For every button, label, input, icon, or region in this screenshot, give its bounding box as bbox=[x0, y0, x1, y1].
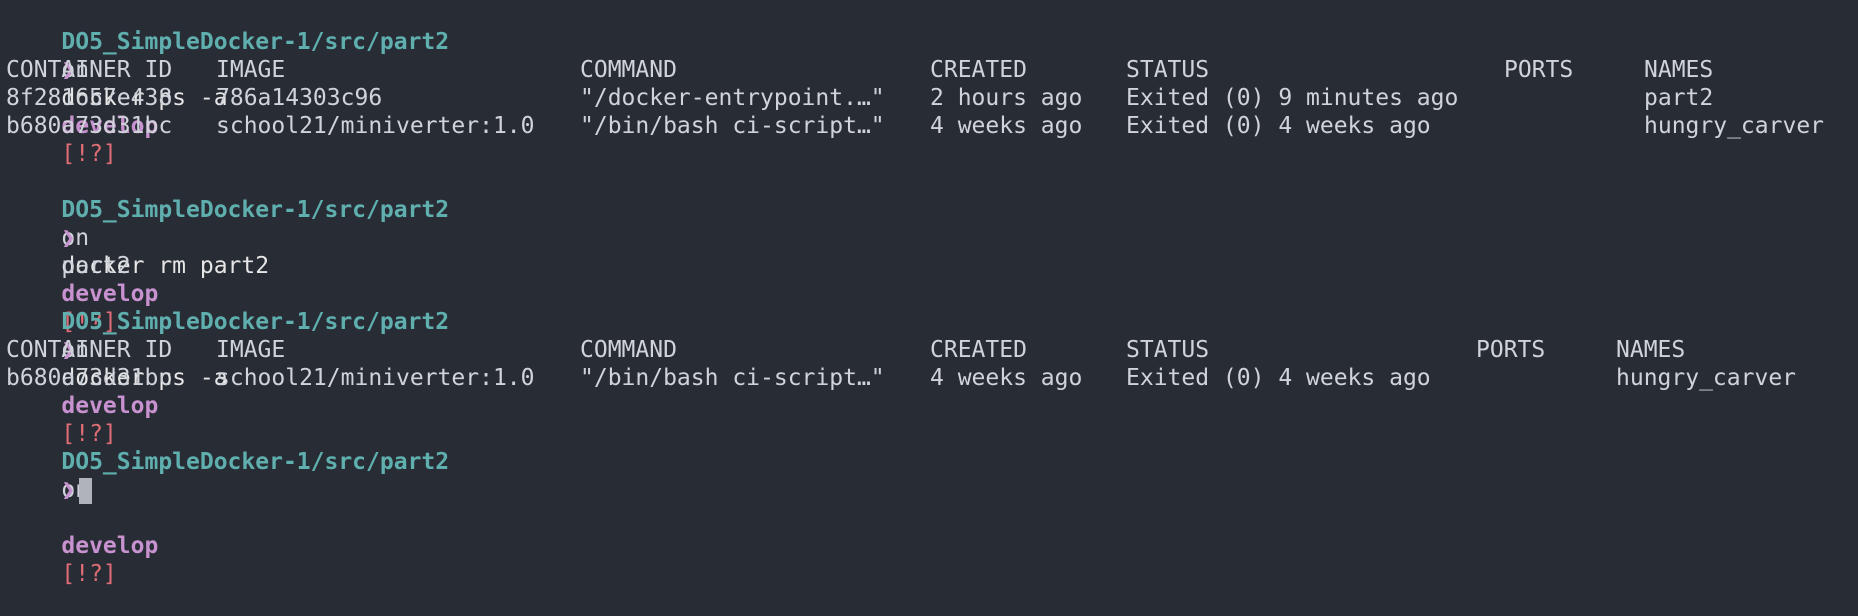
header-command: COMMAND bbox=[580, 57, 677, 83]
prompt-branch: develop bbox=[61, 533, 159, 559]
cell-created: 4 weeks ago bbox=[930, 365, 1083, 391]
prompt-line: DO5_SimpleDocker-1/src/part2 on develop … bbox=[6, 168, 1858, 335]
command-line: ❯ docker ps -a bbox=[6, 28, 1858, 111]
table-row: b680a73d31bc school21/miniverter:1.0 "/b… bbox=[6, 364, 1858, 392]
output-text: part2 bbox=[61, 253, 131, 279]
header-names: NAMES bbox=[1616, 337, 1686, 363]
header-container-id: CONTAINER ID bbox=[6, 57, 173, 83]
header-image: IMAGE bbox=[216, 337, 286, 363]
cell-names: part2 bbox=[1644, 85, 1714, 111]
command-line: ❯ docker rm part2 bbox=[6, 196, 1858, 279]
text-cursor[interactable] bbox=[79, 477, 93, 504]
cell-container-id: 8f281657e438 bbox=[6, 85, 173, 111]
header-command: COMMAND bbox=[580, 337, 677, 363]
command-output: part2 bbox=[6, 224, 1858, 279]
header-created: CREATED bbox=[930, 57, 1027, 83]
cell-image: school21/miniverter:1.0 bbox=[216, 365, 535, 391]
cell-created: 2 hours ago bbox=[930, 85, 1083, 111]
prompt-git-status: [!?] bbox=[61, 141, 117, 167]
prompt-branch: develop bbox=[61, 393, 159, 419]
table-header-row: CONTAINER ID IMAGE COMMAND CREATED STATU… bbox=[6, 336, 1858, 364]
prompt-line: DO5_SimpleDocker-1/src/part2 on develop … bbox=[6, 280, 1858, 447]
header-ports: PORTS bbox=[1504, 57, 1574, 83]
header-image: IMAGE bbox=[216, 57, 286, 83]
command-line: ❯ docker ps -a bbox=[6, 308, 1858, 391]
header-created: CREATED bbox=[930, 337, 1027, 363]
cell-command: "/docker-entrypoint.…" bbox=[580, 85, 885, 111]
header-names: NAMES bbox=[1644, 57, 1714, 83]
cell-status: Exited (0) 9 minutes ago bbox=[1126, 85, 1459, 111]
header-status: STATUS bbox=[1126, 57, 1210, 83]
cell-names: hungry_carver bbox=[1616, 365, 1797, 391]
table-row: 8f281657e438 786a14303c96 "/docker-entry… bbox=[6, 84, 1858, 112]
cell-container-id: b680a73d31bc bbox=[6, 365, 173, 391]
prompt-git-status: [!?] bbox=[61, 561, 117, 587]
header-status: STATUS bbox=[1126, 337, 1210, 363]
cell-image: 786a14303c96 bbox=[216, 85, 383, 111]
cell-command: "/bin/bash ci-script…" bbox=[580, 113, 885, 139]
cell-names: hungry_carver bbox=[1644, 113, 1825, 139]
prompt-line: DO5_SimpleDocker-1/src/part2 on develop … bbox=[6, 0, 1858, 167]
cell-created: 4 weeks ago bbox=[930, 113, 1083, 139]
prompt-chevron-icon: ❯ bbox=[61, 477, 76, 503]
prompt-line: DO5_SimpleDocker-1/src/part2 on develop … bbox=[6, 420, 1858, 587]
table-row: b680a73d31bc school21/miniverter:1.0 "/b… bbox=[6, 112, 1858, 140]
table-header-row: CONTAINER ID IMAGE COMMAND CREATED STATU… bbox=[6, 56, 1858, 84]
cell-container-id: b680a73d31bc bbox=[6, 113, 173, 139]
cell-command: "/bin/bash ci-script…" bbox=[580, 365, 885, 391]
header-container-id: CONTAINER ID bbox=[6, 337, 173, 363]
terminal-window[interactable]: DO5_SimpleDocker-1/src/part2 on develop … bbox=[0, 0, 1858, 587]
active-command-line[interactable]: ❯ bbox=[6, 448, 1858, 504]
cell-image: school21/miniverter:1.0 bbox=[216, 113, 535, 139]
cell-status: Exited (0) 4 weeks ago bbox=[1126, 365, 1431, 391]
cell-status: Exited (0) 4 weeks ago bbox=[1126, 113, 1431, 139]
header-ports: PORTS bbox=[1476, 337, 1546, 363]
